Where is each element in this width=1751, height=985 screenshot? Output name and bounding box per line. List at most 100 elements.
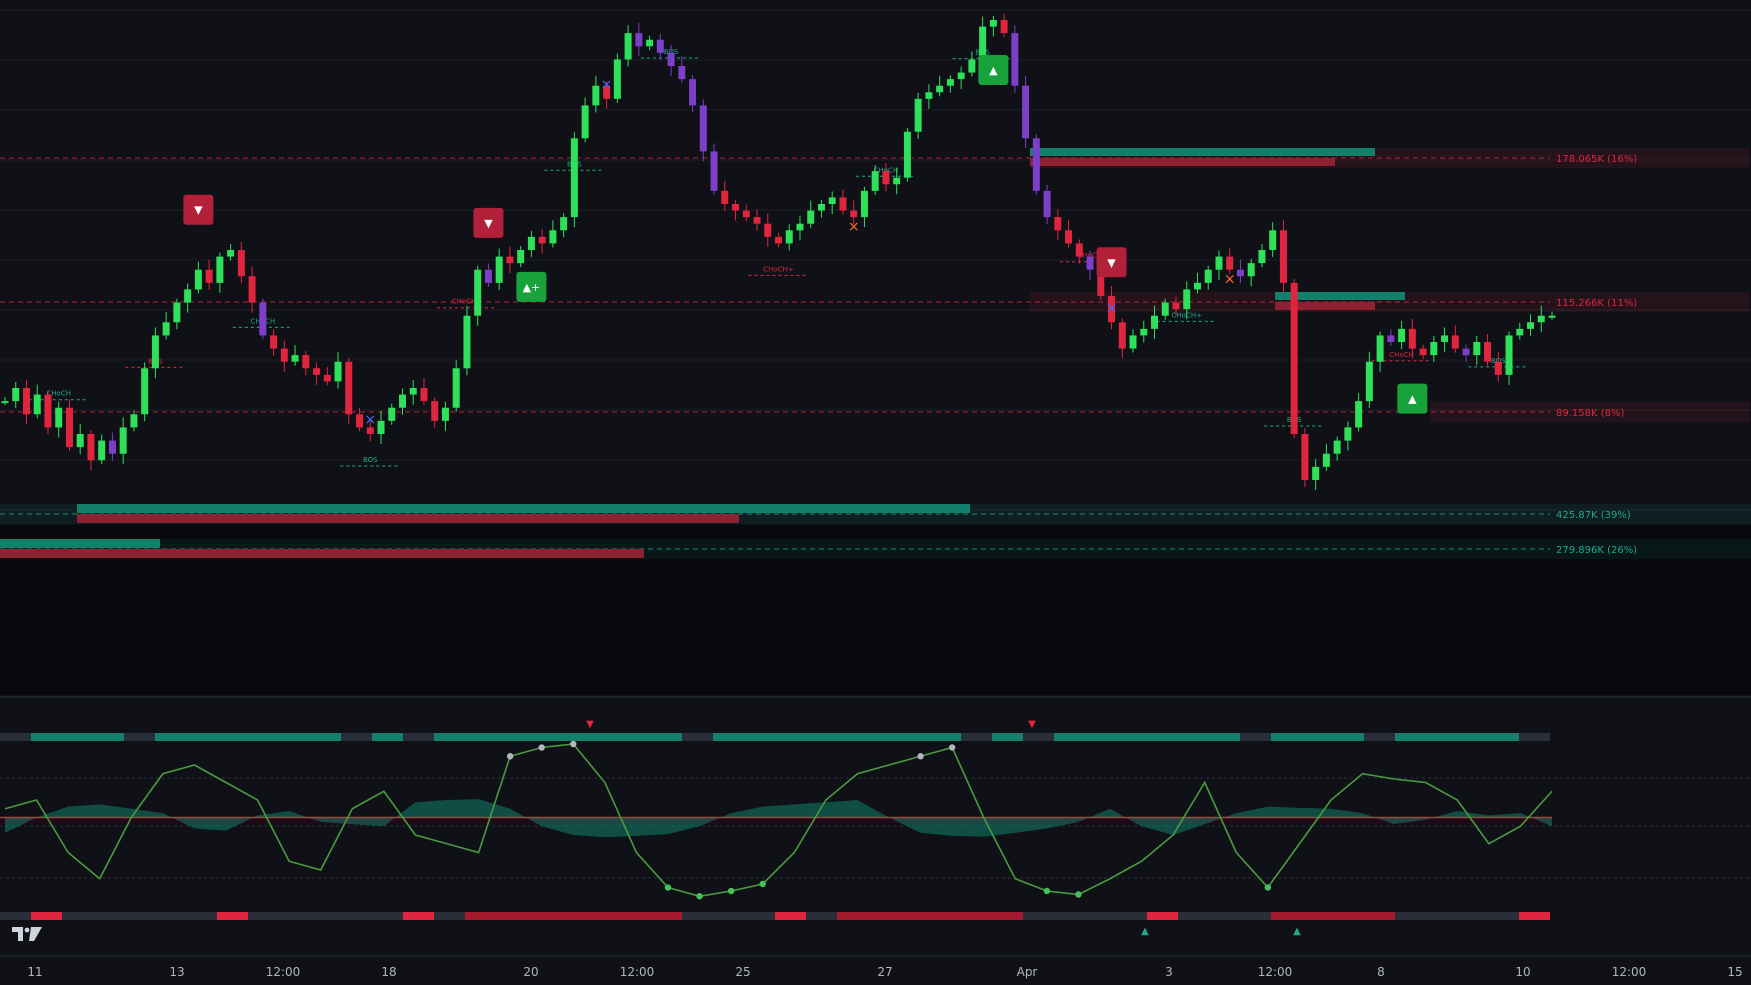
candle-body — [1441, 335, 1449, 342]
candle-body — [1516, 328, 1524, 336]
candle-body — [979, 26, 987, 60]
candle-body — [1398, 328, 1406, 342]
candle-body — [732, 204, 740, 211]
candle-body — [1537, 315, 1545, 323]
candle-body — [141, 368, 149, 415]
candle-body — [151, 335, 159, 369]
ob-bar — [0, 549, 644, 558]
candle-body — [1236, 269, 1244, 277]
x-tick-label: 18 — [381, 965, 396, 979]
candle-body — [689, 79, 697, 106]
candle-body — [108, 440, 116, 454]
trend-strip-cell — [527, 733, 558, 741]
candle-body — [216, 256, 224, 283]
momentum-strip-cell — [1178, 912, 1209, 920]
candle-body — [1258, 250, 1266, 264]
ob-bar — [1275, 302, 1375, 310]
candle-body — [1333, 440, 1341, 454]
candle-body — [1172, 302, 1180, 310]
oscillator-dot — [696, 893, 703, 900]
momentum-strip-cell — [155, 912, 186, 920]
candle-body — [1279, 230, 1287, 283]
candle-body — [495, 256, 503, 283]
trend-strip-cell — [775, 733, 806, 741]
candle-body — [1290, 282, 1298, 434]
candle-body — [753, 217, 761, 224]
x-tick-label: 12:00 — [620, 965, 655, 979]
momentum-strip-cell — [434, 912, 465, 920]
trend-strip-cell — [589, 733, 620, 741]
momentum-strip-cell — [217, 912, 248, 920]
bullish-divergence-icon: ▲ — [1293, 926, 1301, 937]
x-tick-label: 12:00 — [1612, 965, 1647, 979]
candle-body — [313, 368, 321, 375]
candle-body — [452, 368, 460, 408]
candle-body — [1204, 269, 1212, 283]
momentum-strip-cell — [589, 912, 620, 920]
candle-body — [22, 388, 30, 415]
momentum-strip-cell — [0, 912, 31, 920]
trend-strip-cell — [651, 733, 682, 741]
momentum-strip-cell — [1488, 912, 1519, 920]
trend-strip-cell — [1209, 733, 1240, 741]
ob-bar — [1030, 148, 1375, 156]
candle-body — [184, 289, 192, 303]
structure-label: CHoCH — [1389, 351, 1414, 359]
momentum-strip-cell — [899, 912, 930, 920]
candle-body — [1322, 453, 1330, 467]
candle-body — [785, 230, 793, 244]
x-tick-label: 12:00 — [1258, 965, 1293, 979]
level-label: 115.266K (11%) — [1556, 298, 1637, 309]
candle-body — [581, 105, 589, 139]
trend-strip-cell — [496, 733, 527, 741]
trend-strip-cell — [1302, 733, 1333, 741]
candle-body — [1011, 33, 1019, 86]
momentum-strip-cell — [651, 912, 682, 920]
swing-x-mark-icon: × — [848, 219, 860, 235]
trend-strip-cell — [744, 733, 775, 741]
momentum-strip-cell — [620, 912, 651, 920]
chart-canvas[interactable]: 178.065K (16%) 115.266K (11%) 89.158K (8%)… — [0, 0, 1751, 985]
candle-body — [194, 269, 202, 290]
momentum-strip-cell — [527, 912, 558, 920]
trend-strip-cell — [62, 733, 93, 741]
momentum-strip-cell — [496, 912, 527, 920]
candle-body — [227, 250, 235, 257]
candle-body — [538, 236, 546, 244]
momentum-strip-cell — [1271, 912, 1302, 920]
bearish-divergence-icon: ▼ — [586, 719, 594, 730]
momentum-strip-cell — [31, 912, 62, 920]
candle-body — [925, 92, 933, 99]
oscillator-dot — [948, 744, 956, 751]
candle-body — [946, 79, 954, 86]
candle-body — [775, 236, 782, 244]
swing-x-mark-icon: × — [364, 412, 376, 428]
oscillator-dot — [538, 744, 545, 751]
candle-body — [87, 434, 95, 461]
trend-strip-cell — [806, 733, 837, 741]
momentum-strip-cell — [465, 912, 496, 920]
candle-body — [903, 131, 911, 178]
momentum-strip-cell — [248, 912, 279, 920]
candle-body — [1473, 342, 1481, 356]
x-tick-label: 27 — [877, 965, 892, 979]
trend-strip-cell — [1023, 733, 1054, 741]
trend-strip-cell — [1426, 733, 1457, 741]
candle-body — [388, 407, 396, 421]
candle-body — [1387, 335, 1395, 342]
candle-body — [1215, 256, 1223, 270]
trend-strip-cell — [310, 733, 341, 741]
x-tick-label: 25 — [735, 965, 750, 979]
candle-body — [613, 59, 621, 99]
level-label: 89.158K (8%) — [1556, 408, 1624, 419]
candle-body — [1505, 335, 1513, 375]
swing-x-mark-icon: × — [1224, 272, 1236, 288]
candle-body — [76, 434, 84, 448]
candle-body — [957, 72, 965, 80]
x-tick-label: 3 — [1165, 965, 1173, 979]
momentum-strip-cell — [806, 912, 837, 920]
candle-body — [764, 223, 772, 237]
candle-body — [1129, 335, 1137, 349]
oscillator-dot — [759, 880, 766, 888]
momentum-strip-cell — [1519, 912, 1550, 920]
